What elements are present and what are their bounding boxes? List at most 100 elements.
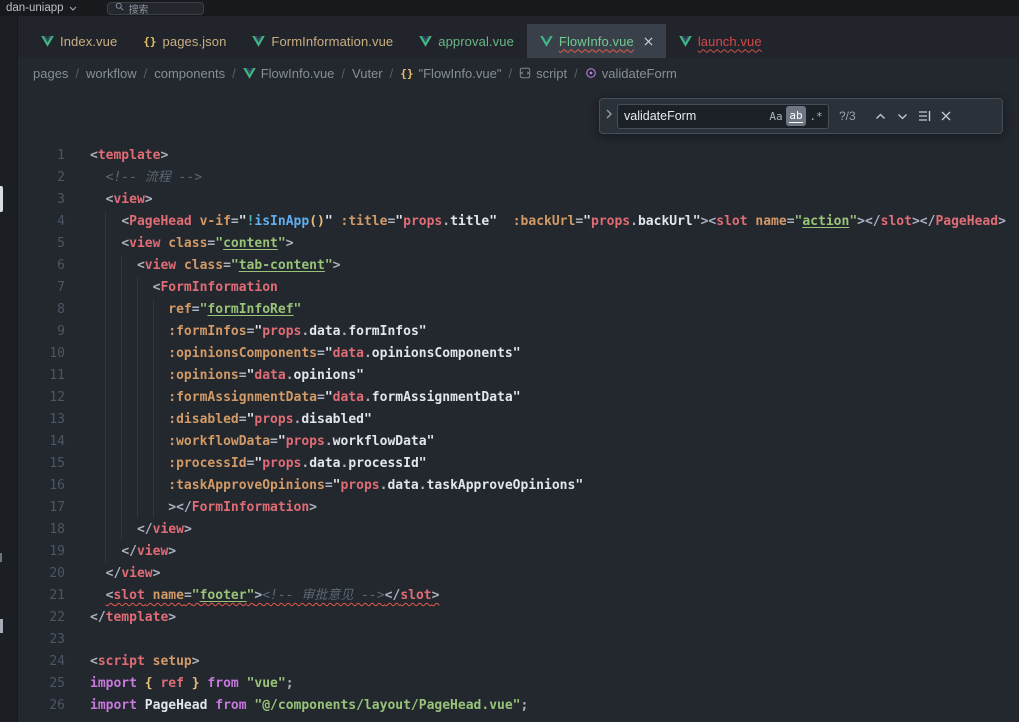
code-line[interactable]: 24<script setup> [18,651,1019,673]
code-line[interactable]: 19 </view> [18,541,1019,563]
breadcrumb-item-Vuter[interactable]: Vuter [352,66,383,81]
whole-word-button[interactable]: ab [786,106,806,126]
breadcrumb-item-script[interactable]: script [519,66,567,81]
breadcrumb-item-validateForm[interactable]: validateForm [585,66,677,81]
breadcrumb-item-FlowInfo.vue[interactable]: {}"FlowInfo.vue" [400,66,501,81]
tab-pages.json[interactable]: {}pages.json [130,24,239,58]
close-find-button[interactable] [935,105,957,127]
code-line[interactable]: 8 ref="formInfoRef" [18,299,1019,321]
line-number: 4 [18,211,65,233]
line-number: 14 [18,431,65,453]
breadcrumb-separator: / [574,66,578,81]
breadcrumb-separator: / [508,66,512,81]
tab-approval.vue[interactable]: approval.vue [406,24,527,58]
code-line[interactable]: 21 <slot name="footer"><!-- 审批意见 --></sl… [18,585,1019,607]
code-line[interactable]: 2 <!-- 流程 --> [18,167,1019,189]
match-case-button[interactable]: Aa [766,106,786,126]
whole-word-label: ab [789,110,802,123]
tab-Index.vue[interactable]: Index.vue [28,24,130,58]
breadcrumb-separator: / [390,66,394,81]
code-line[interactable]: 17 ></FormInformation> [18,497,1019,519]
line-text: :workflowData="props.workflowData" [90,431,434,453]
code-line[interactable]: 6 <view class="tab-content"> [18,255,1019,277]
line-number: 11 [18,365,65,387]
line-number: 3 [18,189,65,211]
line-text: <view class="tab-content"> [90,255,340,277]
line-number: 12 [18,387,65,409]
code-line[interactable]: 12 :formAssignmentData="data.formAssignm… [18,387,1019,409]
line-number: 1 [18,145,65,167]
code-editor[interactable]: 1<template>2 <!-- 流程 -->3 <view>4 <PageH… [18,88,1019,722]
code-line[interactable]: 14 :workflowData="props.workflowData" [18,431,1019,453]
code-line[interactable]: 9 :formInfos="props.data.formInfos" [18,321,1019,343]
close-icon[interactable] [644,37,653,46]
find-widget: Aa ab .* ?/3 [599,98,1003,134]
line-number: 9 [18,321,65,343]
line-number: 5 [18,233,65,255]
breadcrumb-label: components [154,66,225,81]
code-line[interactable]: 1<template> [18,145,1019,167]
line-number: 25 [18,673,65,695]
breadcrumb-label: pages [33,66,68,81]
line-text: :taskApproveOpinions="props.data.taskApp… [90,475,583,497]
chevron-down-icon [69,2,77,14]
find-in-selection-button[interactable] [913,105,935,127]
line-text: :opinions="data.opinions" [90,365,364,387]
rail-decoration [0,553,2,562]
code-line[interactable]: 4 <PageHead v-if="!isInApp()" :title="pr… [18,211,1019,233]
breadcrumb-item-workflow[interactable]: workflow [86,66,137,81]
line-text: :disabled="props.disabled" [90,409,372,431]
code-line[interactable]: 15 :processId="props.data.processId" [18,453,1019,475]
line-number: 15 [18,453,65,475]
next-match-button[interactable] [891,105,913,127]
vue-icon [41,36,54,47]
tab-launch.vue[interactable]: launch.vue [666,24,775,58]
method-icon [585,67,597,79]
code-line[interactable]: 22</template> [18,607,1019,629]
code-line[interactable]: 18 </view> [18,519,1019,541]
code-line[interactable]: 3 <view> [18,189,1019,211]
find-input[interactable] [624,109,766,123]
find-results-count: ?/3 [839,109,869,123]
code-line[interactable]: 26import PageHead from "@/components/lay… [18,695,1019,717]
line-text: <slot name="footer"><!-- 审批意见 --></slot> [90,585,439,607]
tab-label: pages.json [163,34,227,49]
code-line[interactable]: 13 :disabled="props.disabled" [18,409,1019,431]
code-lines: 1<template>2 <!-- 流程 -->3 <view>4 <PageH… [18,145,1019,717]
regex-button[interactable]: .* [806,106,826,126]
error-squiggle: <slot name="footer"><!-- 审批意见 --></slot> [106,588,440,603]
line-text: </view> [90,541,176,563]
code-line[interactable]: 16 :taskApproveOpinions="props.data.task… [18,475,1019,497]
code-line[interactable]: 20 </view> [18,563,1019,585]
breadcrumb-separator: / [341,66,345,81]
line-text: import { ref } from "vue"; [90,673,294,695]
workspace-menu[interactable]: dan-uniapp [6,2,77,14]
tab-label: Index.vue [60,34,117,49]
tab-FlowInfo.vue[interactable]: FlowInfo.vue [527,24,666,58]
find-input-box: Aa ab .* [617,104,829,129]
breadcrumb-label: FlowInfo.vue [261,66,335,81]
code-line[interactable]: 5 <view class="content"> [18,233,1019,255]
toggle-replace-button[interactable] [600,99,617,133]
titlebar-search-box[interactable]: 搜索 [107,2,204,15]
breadcrumb-separator: / [144,66,148,81]
module-icon [519,67,531,79]
code-line[interactable]: 10 :opinionsComponents="data.opinionsCom… [18,343,1019,365]
activity-rail [0,16,18,722]
line-text: :formInfos="props.data.formInfos" [90,321,427,343]
rail-decoration [0,619,3,633]
indent-guide [121,255,122,540]
line-text: :processId="props.data.processId" [90,453,427,475]
code-line[interactable]: 25 import { ref } from "vue"; [18,673,1019,695]
code-line[interactable]: 23 [18,629,1019,651]
code-line[interactable]: 7 <FormInformation [18,277,1019,299]
breadcrumb-item-components[interactable]: components [154,66,225,81]
code-line[interactable]: 11 :opinions="data.opinions" [18,365,1019,387]
previous-match-button[interactable] [869,105,891,127]
breadcrumb-item-FlowInfo.vue[interactable]: FlowInfo.vue [243,66,335,81]
tab-FormInformation.vue[interactable]: FormInformation.vue [239,24,406,58]
vue-icon [243,68,256,79]
search-icon [115,2,124,14]
line-text: import PageHead from "@/components/layou… [90,695,528,717]
breadcrumb-item-pages[interactable]: pages [33,66,68,81]
